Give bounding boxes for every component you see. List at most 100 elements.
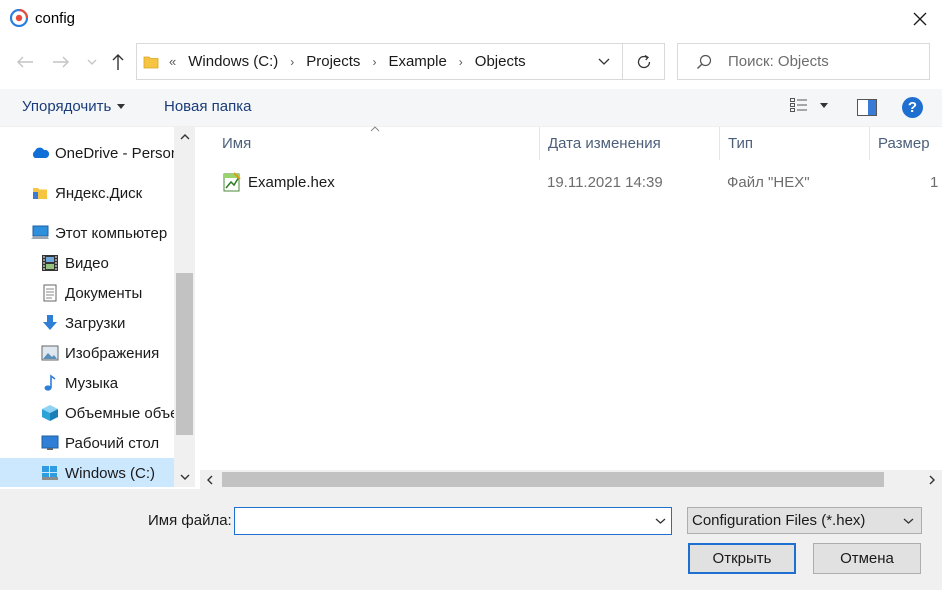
help-button[interactable]: ? [902,97,923,118]
sidebar-item-desktop[interactable]: Рабочий стол [0,428,174,458]
caret-down-icon [117,104,126,109]
sidebar-item-music[interactable]: Музыка [0,368,174,398]
caret-down-icon [820,102,828,108]
video-icon [40,254,60,272]
arrow-up-icon [112,54,124,70]
column-header-name[interactable]: Имя [214,127,540,160]
filename-combobox[interactable] [234,507,672,535]
breadcrumb-overflow[interactable]: « [169,54,176,69]
sidebar-item-label: Этот компьютер [55,224,168,242]
arrow-right-icon [53,56,69,68]
app-icon [10,9,28,27]
3d-objects-icon [40,404,60,422]
breadcrumb-separator[interactable]: › [372,55,376,69]
computer-icon [30,224,50,242]
address-bar[interactable]: « Windows (C:) › Projects › Example › Ob… [136,43,623,80]
filename-dropdown-button[interactable] [653,514,667,528]
organize-label: Упорядочить [22,98,112,115]
sidebar-item-label: Музыка [65,374,119,392]
sidebar-item-label: Яндекс.Диск [55,184,143,202]
navigation-pane: OneDrive - Person Яндекс.Диск Этот компь… [0,127,196,487]
sidebar-item-yandex-disk[interactable]: Яндекс.Диск [0,178,174,208]
filetype-dropdown-button[interactable] [901,514,915,528]
cancel-button[interactable]: Отмена [813,543,921,574]
chevron-down-icon [598,58,610,65]
column-header-date[interactable]: Дата изменения [540,127,720,160]
file-row-type[interactable]: Файл "HEX" [727,168,810,196]
breadcrumb-example[interactable]: Example [388,53,446,70]
up-button[interactable] [106,48,130,76]
close-icon [913,12,927,26]
dialog-footer [0,489,942,590]
scroll-left-button[interactable] [200,470,220,489]
column-header-type[interactable]: Тип [720,127,870,160]
organize-button[interactable]: Упорядочить [22,98,126,115]
breadcrumb-objects[interactable]: Objects [475,53,526,70]
preview-pane-icon[interactable] [857,99,877,116]
filetype-value: Configuration Files (*.hex) [692,512,866,529]
filetype-select[interactable]: Configuration Files (*.hex) [687,507,922,534]
details-view-icon [790,98,807,112]
sidebar-item-onedrive[interactable]: OneDrive - Person [0,138,174,168]
scroll-right-button[interactable] [922,470,942,489]
file-row-size[interactable]: 1 [930,168,938,196]
file-row-name[interactable]: Example.hex [222,168,335,196]
search-box[interactable] [677,43,930,80]
sidebar-item-documents[interactable]: Документы [0,278,174,308]
drive-icon [40,464,60,482]
sidebar-item-label: Рабочий стол [65,434,160,452]
refresh-icon [637,54,650,68]
sidebar-item-downloads[interactable]: Загрузки [0,308,174,338]
change-view-button[interactable] [790,98,828,112]
sidebar-scroll-down-button[interactable] [174,467,195,487]
forward-button[interactable] [46,48,76,76]
breadcrumb-drive[interactable]: Windows (C:) [188,53,278,70]
folder-icon [143,56,159,68]
open-button[interactable]: Открыть [688,543,796,574]
window-title: config [35,10,76,27]
downloads-icon [40,314,60,332]
horizontal-scroll-thumb[interactable] [222,472,884,487]
sidebar-item-video[interactable]: Видео [0,248,174,278]
search-input[interactable] [728,53,928,70]
arrow-left-icon [17,56,33,68]
filename-input[interactable] [239,509,639,533]
title-bar [0,0,942,38]
sidebar-scroll-thumb[interactable] [176,273,193,435]
chevron-left-icon [207,475,213,484]
chevron-down-icon [903,518,913,524]
recent-locations-button[interactable] [84,50,100,74]
yandex-disk-icon [30,184,50,202]
sidebar-item-3d-objects[interactable]: Объемные объекты [0,398,174,428]
sidebar-item-label: OneDrive - Person [55,144,174,162]
address-history-dropdown[interactable] [587,44,621,79]
hex-file-icon [223,172,241,192]
sidebar-item-this-pc[interactable]: Этот компьютер [0,218,174,248]
onedrive-icon [30,144,50,162]
file-row-date[interactable]: 19.11.2021 14:39 [547,168,663,196]
filename-label: Имя файла: [148,512,232,529]
breadcrumb-projects[interactable]: Projects [306,53,360,70]
back-button[interactable] [10,48,40,76]
chevron-down-icon [655,518,665,524]
sidebar-item-pictures[interactable]: Изображения [0,338,174,368]
file-name-label: Example.hex [248,173,335,191]
sidebar-item-windows-drive[interactable]: Windows (C:) [0,458,174,487]
desktop-icon [40,434,60,452]
breadcrumb-separator[interactable]: › [290,55,294,69]
breadcrumb-separator[interactable]: › [459,55,463,69]
column-header-size[interactable]: Размер [870,127,942,160]
refresh-button[interactable] [623,43,665,80]
sidebar-item-label: Объемные объекты [65,404,174,422]
chevron-down-icon [87,59,97,65]
music-icon [40,374,60,392]
sidebar-scroll-up-button[interactable] [174,127,195,147]
sidebar-item-label: Загрузки [65,314,126,332]
new-folder-button[interactable]: Новая папка [164,98,251,115]
documents-icon [40,284,60,302]
close-button[interactable] [900,2,940,36]
chevron-down-icon [180,474,189,480]
chevron-right-icon [929,475,935,484]
pictures-icon [40,344,60,362]
sidebar-item-label: Windows (C:) [65,464,156,482]
